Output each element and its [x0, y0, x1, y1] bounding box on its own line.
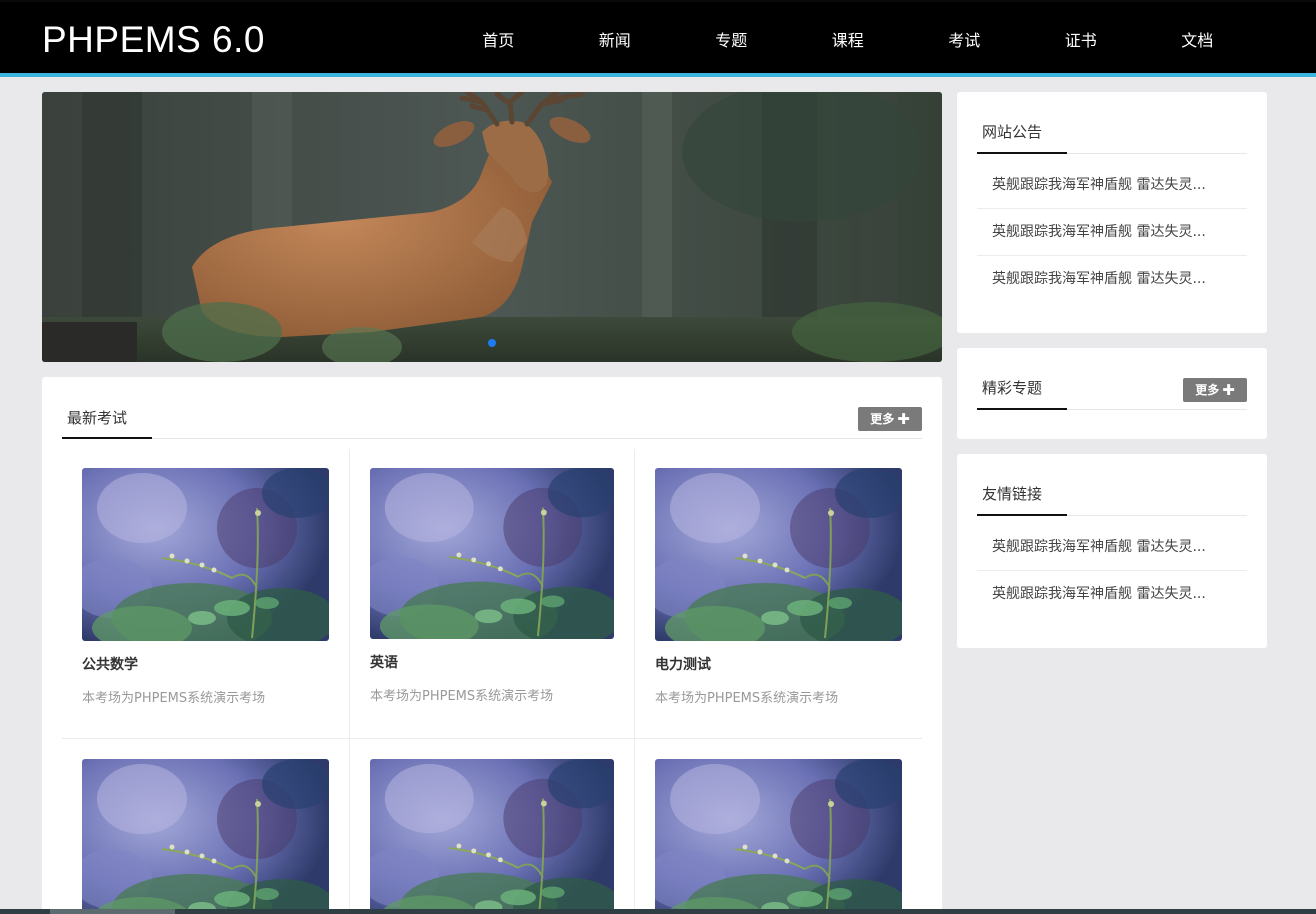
top-navbar: PHPEMS 6.0 首页 新闻 专题 课程 考试 证书 文档: [0, 0, 1316, 77]
nav-item-certificates[interactable]: 证书: [1023, 2, 1140, 75]
grid-divider: [62, 738, 922, 739]
plant-image: [370, 759, 614, 914]
scrollbar-thumb[interactable]: [50, 909, 175, 914]
section-title: 网站公告: [982, 123, 1043, 141]
nav-item-home[interactable]: 首页: [440, 2, 557, 75]
latest-exams-panel: 最新考试 更多 ✚ 公共数学 本考场为PHPEMS系统演示考场 英语 本考场为PH…: [42, 377, 942, 914]
exam-thumbnail[interactable]: [655, 468, 902, 641]
section-header: 友情链接: [977, 454, 1247, 516]
exam-description: 本考场为PHPEMS系统演示考场: [655, 691, 839, 706]
exam-thumbnail[interactable]: [370, 759, 614, 914]
list-item[interactable]: 英舰跟踪我海军神盾舰 雷达失灵...: [977, 524, 1247, 571]
main-nav: 首页 新闻 专题 课程 考试 证书 文档: [440, 2, 1256, 75]
list-item[interactable]: 英舰跟踪我海军神盾舰 雷达失灵...: [977, 256, 1247, 303]
section-header: 精彩专题 更多 ✚: [977, 348, 1247, 410]
list-item[interactable]: 英舰跟踪我海军神盾舰 雷达失灵...: [977, 209, 1247, 256]
exam-title[interactable]: 公共数学: [82, 654, 138, 674]
section-underline: [62, 437, 152, 439]
exam-thumbnail[interactable]: [82, 759, 329, 914]
exam-title[interactable]: 电力测试: [655, 654, 711, 674]
notice-list: 英舰跟踪我海军神盾舰 雷达失灵... 英舰跟踪我海军神盾舰 雷达失灵... 英舰…: [977, 162, 1247, 303]
banner-image-deer: [42, 92, 942, 362]
section-title: 友情链接: [982, 485, 1043, 503]
notice-panel: 网站公告 英舰跟踪我海军神盾舰 雷达失灵... 英舰跟踪我海军神盾舰 雷达失灵.…: [957, 92, 1267, 333]
exam-description: 本考场为PHPEMS系统演示考场: [82, 691, 266, 706]
exam-thumbnail[interactable]: [655, 759, 902, 914]
horizontal-scrollbar[interactable]: [0, 909, 1316, 914]
exam-thumbnail[interactable]: [370, 468, 614, 639]
plant-image: [655, 759, 902, 914]
more-button[interactable]: 更多 ✚: [1183, 378, 1247, 402]
grid-divider: [634, 449, 635, 914]
nav-item-docs[interactable]: 文档: [1139, 2, 1256, 75]
plant-image: [655, 468, 902, 641]
exam-card[interactable]: [655, 759, 902, 914]
exam-description: 本考场为PHPEMS系统演示考场: [370, 689, 554, 704]
section-underline: [977, 152, 1067, 154]
topics-panel: 精彩专题 更多 ✚: [957, 348, 1267, 439]
section-title: 精彩专题: [982, 379, 1043, 397]
grid-divider: [349, 449, 350, 914]
links-list: 英舰跟踪我海军神盾舰 雷达失灵... 英舰跟踪我海军神盾舰 雷达失灵...: [977, 524, 1247, 618]
plant-image: [82, 759, 329, 914]
more-button-label: 更多: [870, 412, 895, 426]
section-header: 最新考试 更多 ✚: [62, 377, 922, 439]
exam-card[interactable]: 公共数学 本考场为PHPEMS系统演示考场: [82, 468, 329, 718]
exam-title[interactable]: 英语: [370, 652, 398, 672]
nav-item-topics[interactable]: 专题: [673, 2, 790, 75]
exam-card[interactable]: 电力测试 本考场为PHPEMS系统演示考场: [655, 468, 902, 718]
nav-item-news[interactable]: 新闻: [557, 2, 674, 75]
links-panel: 友情链接 英舰跟踪我海军神盾舰 雷达失灵... 英舰跟踪我海军神盾舰 雷达失灵.…: [957, 454, 1267, 648]
plus-icon: ✚: [1222, 381, 1235, 399]
nav-item-courses[interactable]: 课程: [790, 2, 907, 75]
exam-thumbnail[interactable]: [82, 468, 329, 641]
list-item[interactable]: 英舰跟踪我海军神盾舰 雷达失灵...: [977, 162, 1247, 209]
site-logo[interactable]: PHPEMS 6.0: [42, 18, 265, 62]
plant-image: [82, 468, 329, 641]
more-button-label: 更多: [1195, 383, 1220, 397]
plus-icon: ✚: [897, 410, 910, 428]
exam-card[interactable]: [370, 759, 614, 914]
section-underline: [977, 408, 1067, 410]
more-button[interactable]: 更多 ✚: [858, 407, 922, 431]
exam-card[interactable]: [82, 759, 329, 914]
exam-card[interactable]: 英语 本考场为PHPEMS系统演示考场: [370, 468, 614, 718]
banner-carousel[interactable]: [42, 92, 942, 362]
nav-item-exams[interactable]: 考试: [906, 2, 1023, 75]
plant-image: [370, 468, 614, 639]
section-underline: [977, 514, 1067, 516]
section-header: 网站公告: [977, 92, 1247, 154]
list-item[interactable]: 英舰跟踪我海军神盾舰 雷达失灵...: [977, 571, 1247, 618]
carousel-dot-active[interactable]: [488, 339, 496, 347]
section-title: 最新考试: [67, 409, 128, 427]
